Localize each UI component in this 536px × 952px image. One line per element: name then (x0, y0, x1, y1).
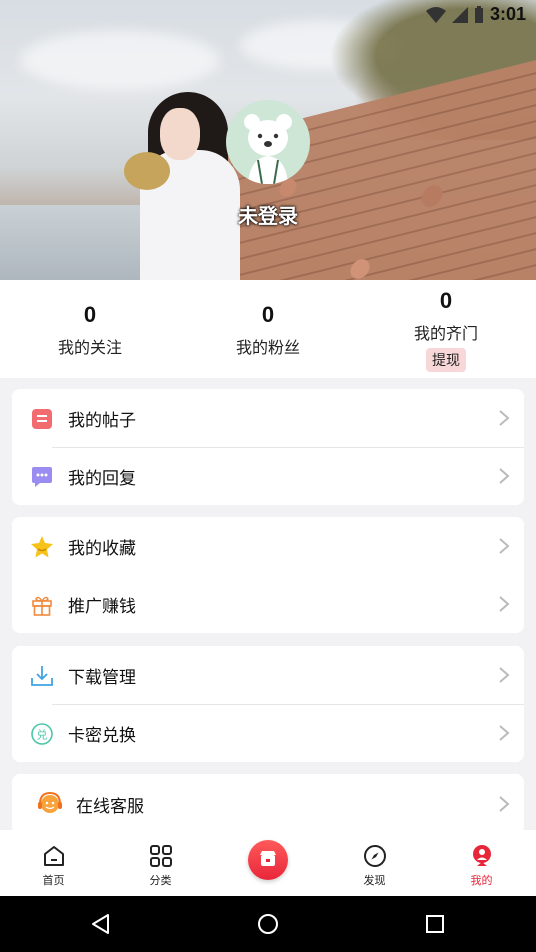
chevron-right-icon (499, 468, 510, 484)
background-photo (20, 30, 220, 90)
bottom-nav: 首页 分类 发现 我的 (0, 830, 536, 896)
avatar[interactable] (226, 100, 310, 184)
menu-item-redeem[interactable]: 兑 卡密兑换 (12, 704, 524, 762)
menu-item-favorites[interactable]: 我的收藏 (12, 517, 524, 575)
status-bar: 3:01 (0, 0, 536, 30)
redeem-icon: 兑 (31, 723, 53, 745)
menu-group-1: 我的帖子 我的回复 (12, 389, 524, 505)
chevron-right-icon (499, 538, 510, 554)
nav-profile[interactable]: 我的 (428, 830, 535, 896)
profile-header: 3:01 未登录 (0, 0, 536, 280)
stat-fans-label: 我的粉丝 (235, 338, 300, 357)
chevron-right-icon (499, 596, 510, 612)
app-screen: 3:01 未登录 0 我的关注 0 我的粉丝 0 我的齐门 提现 我的帖子 我的… (0, 0, 536, 952)
back-icon[interactable] (90, 913, 112, 935)
stat-following-count: 0 (83, 302, 97, 327)
nav-home[interactable]: 首页 (0, 830, 107, 896)
stat-following[interactable]: 0 我的关注 (0, 302, 180, 358)
chevron-right-icon (499, 667, 510, 683)
nav-profile-label: 我的 (470, 874, 493, 887)
menu-item-label: 我的帖子 (68, 410, 136, 431)
stat-fans[interactable]: 0 我的粉丝 (178, 302, 358, 358)
wifi-icon (425, 6, 446, 23)
nav-home-label: 首页 (42, 874, 65, 887)
login-status[interactable]: 未登录 (0, 200, 536, 229)
system-nav-bar (0, 896, 536, 952)
background-figure-face (160, 108, 200, 160)
home-icon (43, 846, 64, 866)
menu-item-label: 卡密兑换 (68, 725, 136, 746)
store-icon (260, 851, 276, 866)
nav-discover-label: 发现 (363, 874, 386, 887)
chevron-right-icon (499, 796, 510, 812)
grid-icon (149, 845, 172, 867)
background-coconut (124, 152, 170, 190)
download-icon (31, 666, 53, 686)
post-icon (32, 409, 52, 429)
signal-icon (451, 6, 468, 23)
reply-icon (32, 467, 52, 487)
star-icon (31, 536, 53, 558)
home-circle-icon[interactable] (257, 913, 279, 935)
menu-item-label: 我的收藏 (68, 538, 136, 559)
menu-group-3: 下载管理 兑 卡密兑换 (12, 646, 524, 762)
menu-item-label: 下载管理 (68, 667, 136, 688)
stat-balance-count: 0 (439, 288, 453, 313)
nav-category-label: 分类 (149, 874, 172, 887)
menu-item-downloads[interactable]: 下载管理 (12, 646, 524, 704)
nav-discover[interactable]: 发现 (321, 830, 428, 896)
menu-item-label: 推广赚钱 (68, 596, 136, 617)
menu-item-support[interactable]: 在线客服 (12, 774, 524, 834)
menu-item-label: 我的回复 (68, 468, 136, 489)
stat-balance[interactable]: 0 我的齐门 提现 (356, 288, 536, 372)
stat-following-label: 我的关注 (57, 338, 122, 357)
chevron-right-icon (499, 725, 510, 741)
status-time: 3:01 (489, 4, 526, 24)
bear-avatar-icon (244, 114, 292, 184)
stat-fans-count: 0 (261, 302, 275, 327)
svg-text:兑: 兑 (37, 728, 48, 742)
battery-icon (474, 5, 483, 23)
divider (52, 447, 524, 448)
divider (52, 704, 524, 705)
menu-group-2: 我的收藏 推广赚钱 (12, 517, 524, 633)
nav-store-button[interactable] (248, 840, 288, 880)
withdraw-button[interactable]: 提现 (426, 348, 466, 372)
menu-item-promote[interactable]: 推广赚钱 (12, 575, 524, 633)
support-icon (38, 791, 62, 813)
chevron-right-icon (499, 410, 510, 426)
menu-item-my-posts[interactable]: 我的帖子 (12, 389, 524, 447)
nav-category[interactable]: 分类 (107, 830, 214, 896)
stats-panel: 0 我的关注 0 我的粉丝 0 我的齐门 提现 (0, 280, 536, 378)
menu-item-my-replies[interactable]: 我的回复 (12, 447, 524, 505)
gift-icon (32, 596, 52, 616)
profile-icon (472, 845, 491, 866)
recents-icon[interactable] (424, 913, 446, 935)
menu-item-label: 在线客服 (76, 796, 144, 817)
stat-balance-label: 我的齐门 (413, 324, 478, 343)
menu-group-4: 在线客服 (12, 774, 524, 834)
compass-icon (363, 845, 386, 867)
